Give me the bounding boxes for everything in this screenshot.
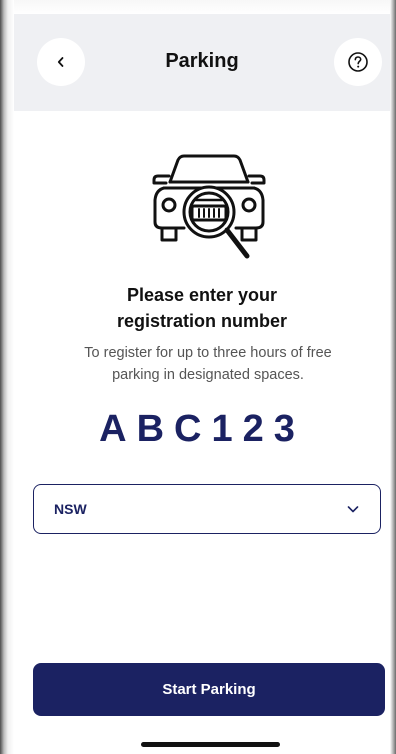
instruction-subtext: To register for up to three hours of fre…	[60, 342, 356, 386]
heading-line-1: Please enter your	[126, 285, 278, 305]
state-dropdown[interactable]: NSW	[33, 484, 381, 534]
heading-line-2: registration number	[116, 311, 288, 331]
subtext-line-1: To register for up to three hours of fre…	[84, 345, 332, 361]
subtext-line-2: parking in designated spaces.	[112, 367, 304, 383]
state-selected-value: NSW	[54, 501, 87, 517]
question-circle-icon	[348, 52, 368, 72]
screen-edge-right	[390, 0, 396, 754]
registration-plate-display[interactable]: ABC123	[14, 408, 390, 451]
screen-edge-left	[0, 0, 14, 754]
screen-edge-top	[0, 0, 396, 14]
car-magnifier-icon	[152, 154, 266, 259]
chevron-down-icon	[347, 506, 359, 513]
instruction-heading: Please enter your registration number	[14, 282, 390, 334]
parking-screen: Parking Please enter your registration n…	[0, 0, 396, 754]
start-parking-button[interactable]: Start Parking	[33, 663, 385, 716]
app-header: Parking	[14, 14, 390, 111]
help-button[interactable]	[334, 38, 382, 86]
home-indicator[interactable]	[141, 742, 280, 747]
